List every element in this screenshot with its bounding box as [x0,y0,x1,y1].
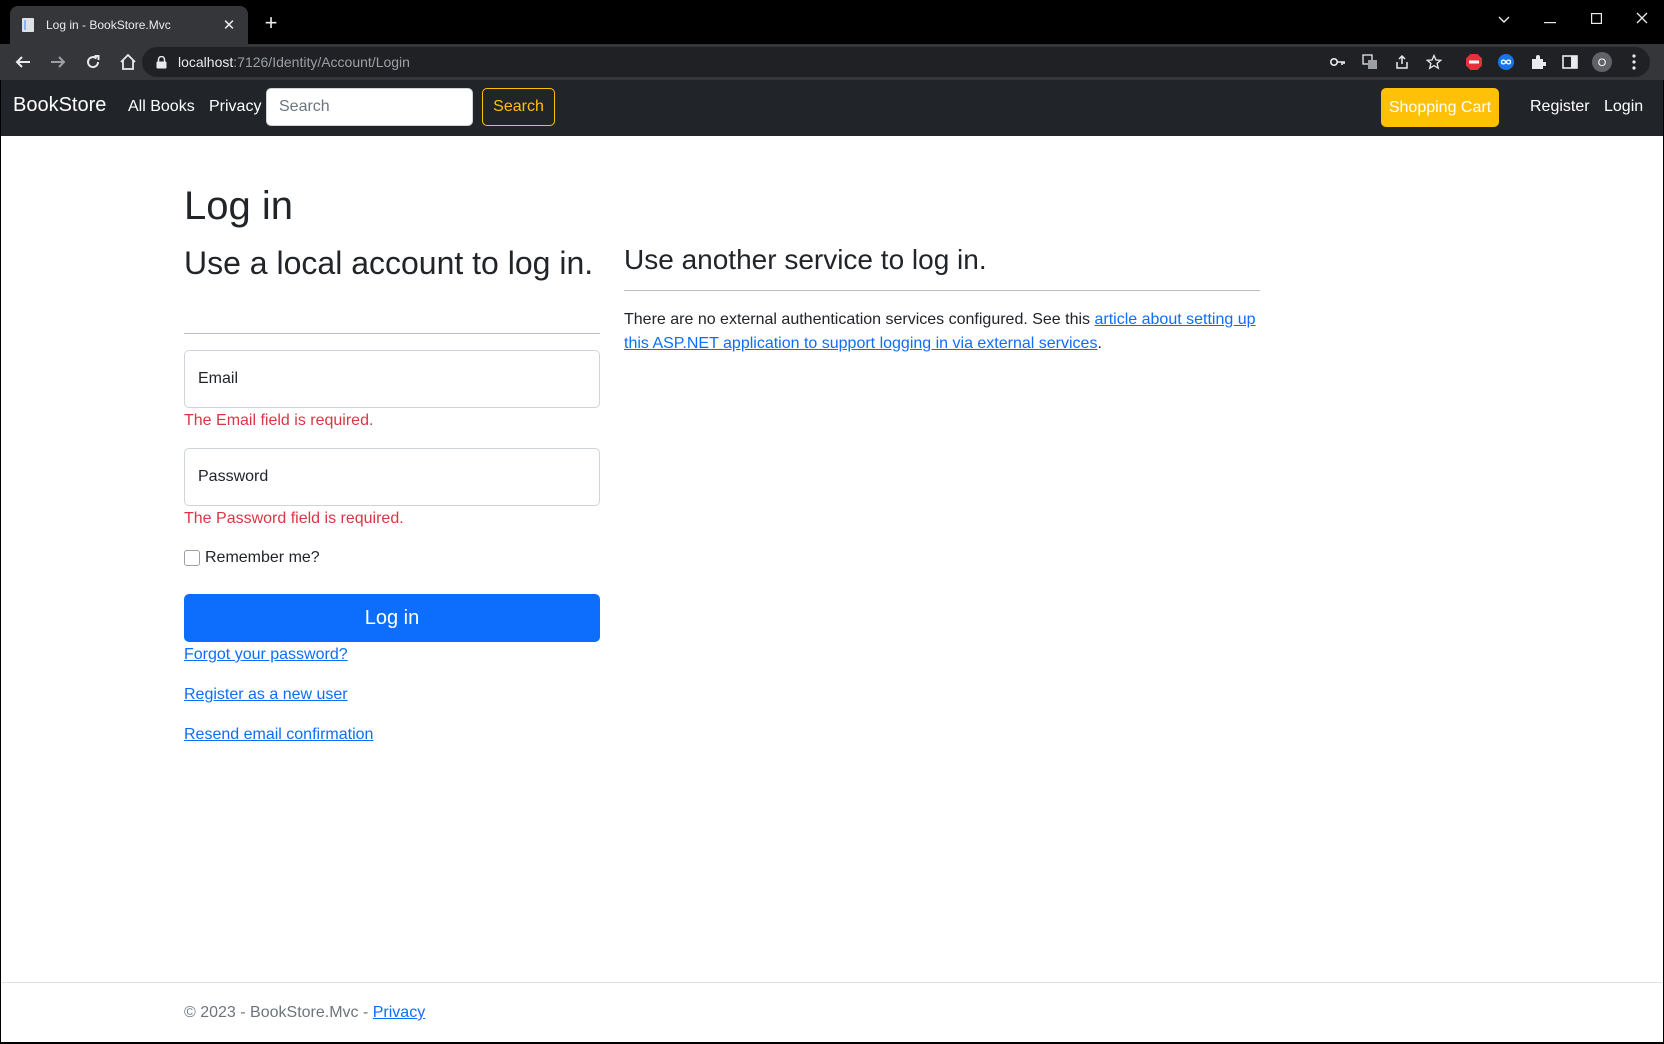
local-account-heading: Use a local account to log in. [184,245,594,281]
shopping-cart-button[interactable]: Shopping Cart [1381,88,1499,127]
remember-me-label[interactable]: Remember me? [205,549,320,567]
browser-titlebar: Log in - BookStore.Mvc ✕ + [0,0,1664,44]
extensions-puzzle-icon[interactable] [1522,47,1554,77]
address-bar[interactable]: localhost:7126/Identity/Account/Login O [142,47,1650,77]
footer-divider [1,982,1663,983]
remember-me-checkbox[interactable] [184,550,200,566]
login-submit-button[interactable]: Log in [184,594,600,642]
external-auth-text: There are no external authentication ser… [624,311,1095,328]
key-icon[interactable] [1322,47,1354,77]
forgot-password-link[interactable]: Forgot your password? [184,646,348,664]
register-new-user-link[interactable]: Register as a new user [184,686,348,704]
url-path: :7126/Identity/Account/Login [233,54,410,70]
nav-login[interactable]: Login [1604,98,1643,116]
browser-toolbar: localhost:7126/Identity/Account/Login O [0,44,1664,80]
resend-confirmation-link[interactable]: Resend email confirmation [184,726,373,744]
password-error: The Password field is required. [184,510,404,527]
email-field[interactable]: Email [184,350,600,408]
page-footer: © 2023 - BookStore.Mvc - Privacy [184,1004,425,1022]
nav-privacy[interactable]: Privacy [209,98,261,116]
tab-search-icon[interactable] [1484,6,1524,32]
translate-icon[interactable] [1354,47,1386,77]
brand-link[interactable]: BookStore [13,94,106,117]
maximize-button[interactable] [1576,6,1616,32]
browser-menu-icon[interactable] [1618,47,1650,77]
profile-avatar[interactable]: O [1586,47,1618,77]
search-button[interactable]: Search [482,88,555,126]
adblock-icon[interactable] [1458,47,1490,77]
external-auth-text-end: . [1097,335,1102,352]
share-icon[interactable] [1386,47,1418,77]
side-panel-icon[interactable] [1554,47,1586,77]
external-service-heading: Use another service to log in. [624,244,987,275]
local-divider [184,333,600,334]
url-host: localhost [178,54,234,70]
new-tab-button[interactable]: + [258,10,284,36]
password-field[interactable]: Password [184,448,600,506]
footer-privacy-link[interactable]: Privacy [373,1004,425,1021]
svg-text:O: O [1598,57,1607,69]
reload-icon[interactable] [78,47,108,77]
bookmark-star-icon[interactable] [1418,47,1450,77]
browser-tab[interactable]: Log in - BookStore.Mvc ✕ [10,6,248,44]
page-viewport: BookStore All Books Privacy Search Searc… [1,80,1663,1042]
external-auth-message: There are no external authentication ser… [624,308,1264,356]
forward-arrow-icon[interactable] [43,47,73,77]
page-icon [20,17,36,33]
url-text[interactable]: localhost:7126/Identity/Account/Login [178,54,410,70]
nav-register[interactable]: Register [1530,98,1590,116]
lock-icon[interactable] [154,55,168,69]
tab-title: Log in - BookStore.Mvc [46,18,171,32]
extension-infinity-icon[interactable] [1490,47,1522,77]
back-arrow-icon[interactable] [8,47,38,77]
tab-close-icon[interactable]: ✕ [220,16,238,34]
email-error: The Email field is required. [184,412,374,429]
home-icon[interactable] [113,47,143,77]
external-divider [624,290,1260,291]
site-navbar: BookStore All Books Privacy Search Searc… [1,80,1663,136]
search-input[interactable]: Search [266,88,473,126]
minimize-button[interactable] [1530,6,1570,32]
footer-copyright: © 2023 - BookStore.Mvc - [184,1004,373,1021]
close-window-button[interactable] [1622,6,1662,32]
page-title: Log in [184,184,293,228]
nav-all-books[interactable]: All Books [128,98,195,116]
